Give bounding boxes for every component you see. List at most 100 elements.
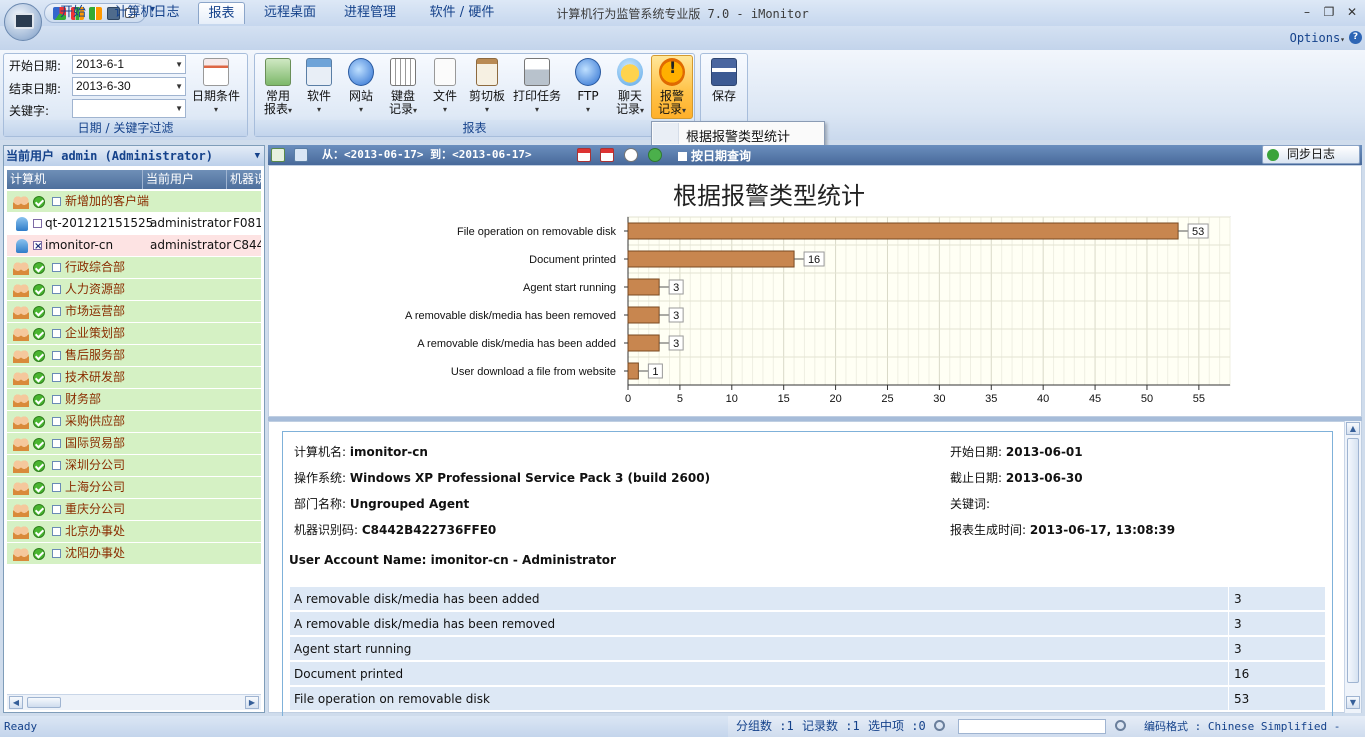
group-row[interactable]: 人力资源部 <box>7 279 261 301</box>
row-checkbox[interactable] <box>52 351 61 360</box>
menu-item-alarm-type-stats[interactable]: 根据报警类型统计 <box>686 126 790 145</box>
row-checkbox[interactable] <box>52 461 61 470</box>
scroll-right-icon[interactable]: ▶ <box>245 696 259 709</box>
horizontal-scrollbar[interactable]: ◀ ▶ <box>7 694 261 710</box>
options-menu[interactable]: Options▾ <box>1290 31 1345 45</box>
group-row[interactable]: 北京办事处 <box>7 521 261 543</box>
start-date-input[interactable]: 2013-6-1 ▼ <box>72 55 186 74</box>
scroll-left-icon[interactable]: ◀ <box>9 696 23 709</box>
calendar-start-icon[interactable] <box>577 148 591 162</box>
group-row[interactable]: 行政综合部 <box>7 257 261 279</box>
group-row[interactable]: 采购供应部 <box>7 411 261 433</box>
col-current-user[interactable]: 当前用户 <box>143 170 227 189</box>
x-tick-label: 0 <box>625 393 631 405</box>
alarm-report-button[interactable]: ! 报警 记录▾ <box>651 55 693 119</box>
column-separator <box>1228 662 1229 686</box>
status-search-input[interactable] <box>958 719 1106 734</box>
row-checkbox[interactable] <box>52 395 61 404</box>
group-row[interactable]: 财务部 <box>7 389 261 411</box>
chat-report-button[interactable]: 聊天 记录▾ <box>608 56 652 118</box>
group-row[interactable]: 深圳分公司 <box>7 455 261 477</box>
clipboard-report-button[interactable]: 剪切板 ▾ <box>465 56 509 118</box>
common-report-button[interactable]: 常用 报表▾ <box>256 56 300 118</box>
group-users-icon <box>13 261 29 275</box>
file-report-button[interactable]: 文件 ▾ <box>423 56 467 118</box>
tab-process-management[interactable]: 进程管理 <box>334 2 406 24</box>
scroll-down-icon[interactable]: ▼ <box>1346 696 1360 709</box>
row-checkbox[interactable] <box>52 527 61 536</box>
tab-start[interactable]: 开始 <box>50 2 96 24</box>
chevron-down-icon[interactable]: ▼ <box>175 78 183 95</box>
checkbox-box[interactable] <box>678 152 687 161</box>
row-checkbox[interactable] <box>52 417 61 426</box>
export-excel-icon[interactable] <box>271 148 285 162</box>
group-row[interactable]: 重庆分公司 <box>7 499 261 521</box>
keyword-input[interactable]: ▼ <box>72 99 186 118</box>
export-image-icon[interactable] <box>294 148 308 162</box>
status-encoding: 编码格式 : Chinese Simplified - 936 <box>1144 720 1341 733</box>
row-checkbox[interactable] <box>52 483 61 492</box>
start-date-label: 开始日期: <box>9 59 62 73</box>
print-report-button[interactable]: 打印任务 ▾ <box>511 56 563 118</box>
tab-remote-desktop[interactable]: 远程桌面 <box>254 2 326 24</box>
chevron-down-icon[interactable]: ▼ <box>175 56 183 73</box>
row-checkbox[interactable] <box>33 236 42 256</box>
ftp-report-button[interactable]: FTP ▾ <box>566 56 610 118</box>
close-button[interactable]: ✕ <box>1343 4 1361 20</box>
group-row[interactable]: 新增加的客户端 <box>7 191 261 213</box>
row-checkbox[interactable] <box>52 439 61 448</box>
vertical-scrollbar[interactable]: ▲ ▼ <box>1344 421 1361 713</box>
row-checkbox[interactable] <box>52 505 61 514</box>
scroll-thumb[interactable] <box>1347 438 1359 683</box>
group-row[interactable]: 售后服务部 <box>7 345 261 367</box>
date-query-checkbox[interactable]: 按日期查询 <box>678 146 751 166</box>
save-button[interactable]: 保存 <box>702 56 746 118</box>
software-report-button[interactable]: 软件 ▾ <box>297 56 341 118</box>
clock-icon[interactable] <box>624 148 638 162</box>
row-checkbox[interactable] <box>33 219 42 228</box>
group-row[interactable]: 企业策划部 <box>7 323 261 345</box>
minimize-button[interactable]: – <box>1298 4 1316 20</box>
chevron-down-icon[interactable]: ▼ <box>175 100 183 117</box>
computer-row[interactable]: qt-201212151525administratorF0814 <box>7 213 261 235</box>
group-row[interactable]: 市场运营部 <box>7 301 261 323</box>
computer-user: administrator <box>150 238 232 252</box>
app-menu-button[interactable] <box>4 3 42 41</box>
current-user-header[interactable]: 当前用户 admin (Administrator) ▼ <box>4 146 264 166</box>
date-query-label: 按日期查询 <box>691 149 752 163</box>
row-checkbox[interactable] <box>52 373 61 382</box>
row-checkbox[interactable] <box>52 285 61 294</box>
go-icon[interactable] <box>648 148 662 162</box>
end-date-input[interactable]: 2013-6-30 ▼ <box>72 77 186 96</box>
computer-machine-id: F0814 <box>233 216 261 230</box>
check-circle-icon <box>33 328 45 340</box>
group-row[interactable]: 国际贸易部 <box>7 433 261 455</box>
col-machine-id[interactable]: 机器识 <box>227 170 261 189</box>
tab-reports[interactable]: 报表 <box>198 2 245 24</box>
col-computer[interactable]: 计算机 <box>7 170 143 189</box>
tab-software-hardware[interactable]: 软件 / 硬件 <box>416 2 508 24</box>
website-report-button[interactable]: 网站 ▾ <box>339 56 383 118</box>
restore-button[interactable]: ❐ <box>1320 4 1338 20</box>
sync-log-button[interactable]: 同步日志 <box>1262 145 1360 164</box>
row-checkbox[interactable] <box>52 307 61 316</box>
help-button[interactable]: ? <box>1349 31 1362 44</box>
scroll-thumb[interactable] <box>27 697 61 708</box>
keyboard-report-button[interactable]: 键盘 记录▾ <box>381 56 425 118</box>
row-checkbox[interactable] <box>52 263 61 272</box>
row-checkbox[interactable] <box>52 329 61 338</box>
calendar-end-icon[interactable] <box>600 148 614 162</box>
group-row[interactable]: 上海分公司 <box>7 477 261 499</box>
computer-row[interactable]: imonitor-cn administratorC8442 <box>7 235 261 257</box>
scroll-up-icon[interactable]: ▲ <box>1346 422 1360 435</box>
chevron-down-icon[interactable]: ▼ <box>255 146 260 166</box>
search-icon[interactable] <box>1115 720 1126 731</box>
row-checkbox[interactable] <box>52 549 61 558</box>
tab-computer-log[interactable]: 计算机日志 <box>104 2 190 24</box>
group-row[interactable]: 技术研发部 <box>7 367 261 389</box>
group-row[interactable]: 沈阳办事处 <box>7 543 261 565</box>
group-name: 售后服务部 <box>65 348 126 362</box>
date-condition-button[interactable]: 日期条件 ▾ <box>190 56 242 118</box>
row-checkbox[interactable] <box>52 197 61 206</box>
search-icon[interactable] <box>934 720 945 731</box>
